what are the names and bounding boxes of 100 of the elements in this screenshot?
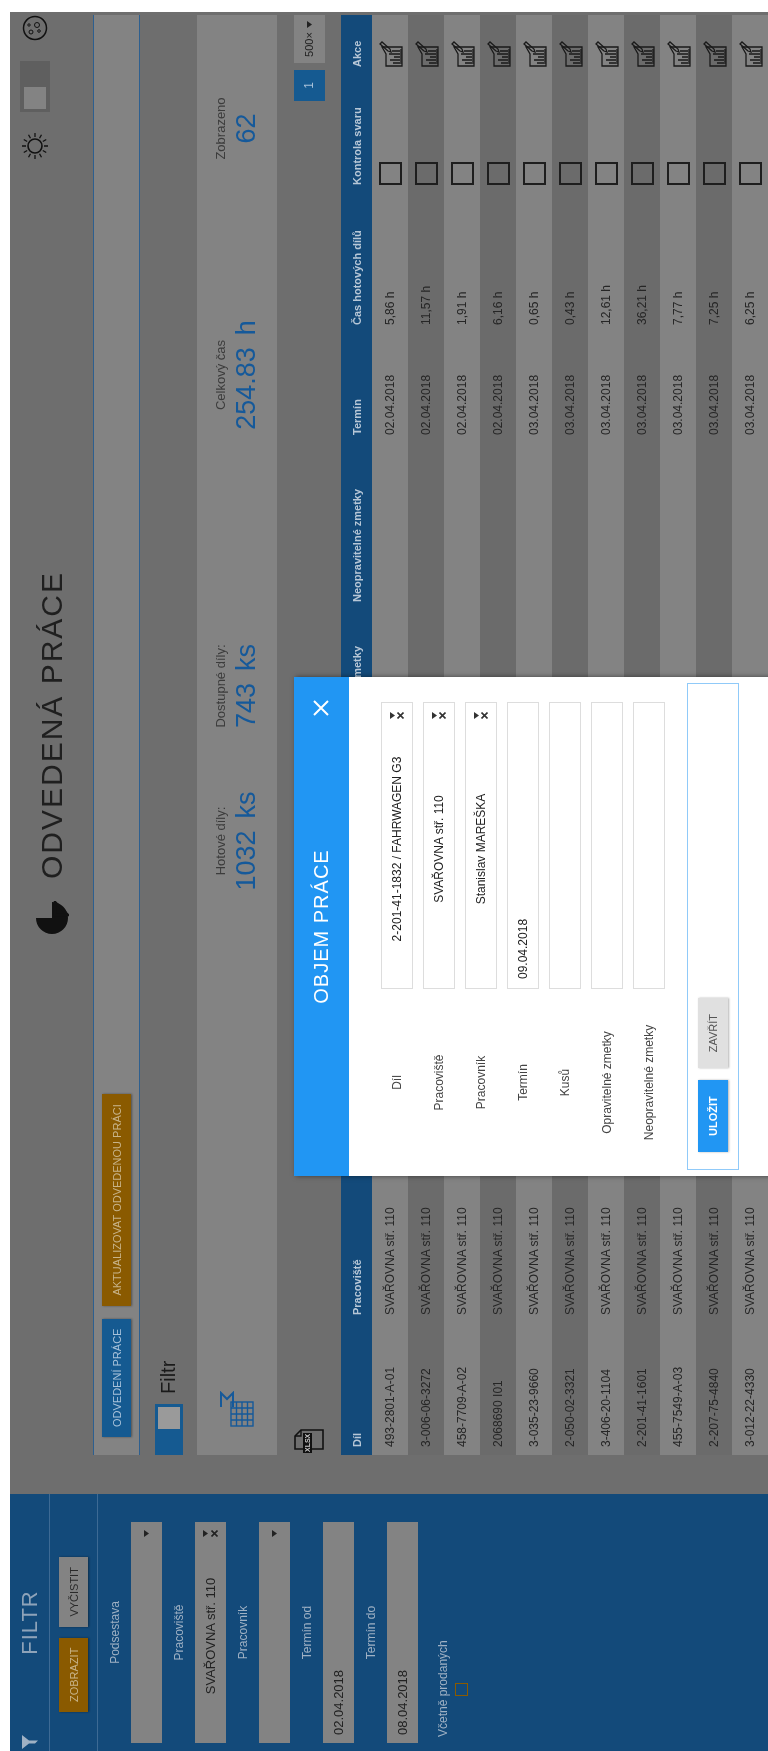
filter-icon <box>22 1735 38 1749</box>
table-cell: 1,91 h <box>455 291 469 325</box>
document-chart-icon[interactable] <box>449 41 475 67</box>
field-label: Pracoviště <box>171 1604 187 1661</box>
table-cell: SVAŘOVNA stř. 110 <box>563 1207 577 1315</box>
stat-label: Celkový čas <box>212 339 228 411</box>
checkbox[interactable] <box>522 162 546 185</box>
clear-icon[interactable] <box>439 712 446 719</box>
table-cell: 03.04.2018 <box>635 374 649 435</box>
select-field[interactable] <box>259 1522 290 1743</box>
checkbox-label: Včetně prodaných <box>436 1639 450 1737</box>
checkbox[interactable] <box>738 162 762 185</box>
table-cell: 02.04.2018 <box>419 374 433 435</box>
checkbox[interactable] <box>486 162 510 185</box>
column-header: Termín <box>350 399 363 435</box>
field-label: Pracovník <box>474 1054 488 1112</box>
table-cell: 6,25 h <box>743 291 757 325</box>
caret-icon <box>390 712 395 719</box>
column-header: Neopravitelné zmetky <box>350 488 363 602</box>
checkbox[interactable] <box>414 162 438 185</box>
table-cell: 03.04.2018 <box>599 374 613 435</box>
checkbox[interactable] <box>630 162 654 185</box>
date-field[interactable]: 02.04.2018 <box>323 1522 354 1743</box>
close-button[interactable]: ZAVŘÍT <box>698 998 728 1069</box>
field-label: Termín <box>516 1063 530 1103</box>
clear-button[interactable]: VYČISTIT <box>59 1557 88 1627</box>
toggle-label: Filtr <box>157 1360 180 1394</box>
work-button[interactable]: ODVEDENÍ PRÁCE <box>102 1318 131 1437</box>
checkbox[interactable] <box>450 162 474 185</box>
checkbox[interactable] <box>378 162 402 185</box>
field-label: Pracovník <box>235 1605 251 1660</box>
checkbox[interactable] <box>666 162 690 185</box>
table-cell: 458-7709-A-02 <box>455 1366 469 1447</box>
select-field[interactable]: SVAŘOVNA stř. 110 <box>195 1522 226 1743</box>
show-button[interactable]: ZOBRAZIT <box>59 1637 88 1712</box>
select-field[interactable] <box>131 1522 162 1743</box>
input-field[interactable] <box>591 702 623 989</box>
stat-label: Zobrazeno <box>212 97 228 160</box>
document-chart-icon[interactable] <box>557 41 583 67</box>
date-field[interactable]: 08.04.2018 <box>387 1522 418 1743</box>
table-cell: 02.04.2018 <box>383 374 397 435</box>
document-chart-icon[interactable] <box>521 41 547 67</box>
table-cell: 6,16 h <box>491 291 505 325</box>
document-chart-icon[interactable] <box>737 41 763 67</box>
stat-value: 62 <box>230 113 262 144</box>
table-cell: SVAŘOVNA stř. 110 <box>635 1207 649 1315</box>
stat-label: Dostupné díly: <box>212 644 228 728</box>
input-field[interactable] <box>633 702 665 989</box>
theme-toggle[interactable] <box>20 61 50 112</box>
field-label: Neopravitelné zmetky <box>642 1023 656 1143</box>
input-field[interactable] <box>549 702 581 989</box>
select-field[interactable]: 2-201-41-1832 / FAHRWAGEN G3 <box>381 702 413 989</box>
filter-toggle[interactable] <box>154 1404 183 1455</box>
document-chart-icon[interactable] <box>593 41 619 67</box>
close-icon[interactable] <box>312 699 330 717</box>
table-cell: SVAŘOVNA stř. 110 <box>707 1207 721 1315</box>
update-button[interactable]: AKTUALIZOVAT ODVEDENOU PRÁCI <box>102 1094 131 1306</box>
checkbox[interactable] <box>455 1683 468 1696</box>
column-header: Díl <box>350 1432 363 1447</box>
select-field[interactable]: SVAŘOVNA stř. 110 <box>423 702 455 989</box>
stat-unit: ks <box>230 643 262 671</box>
checkbox[interactable] <box>594 162 618 185</box>
table-cell: SVAŘOVNA stř. 110 <box>743 1207 757 1315</box>
table-cell: 11,57 h <box>419 285 433 325</box>
table-cell: 02.04.2018 <box>491 374 505 435</box>
field-label: Termín do <box>363 1605 379 1660</box>
document-chart-icon[interactable] <box>377 41 403 67</box>
checkbox[interactable] <box>558 162 582 185</box>
document-chart-icon[interactable] <box>413 41 439 67</box>
input-field[interactable]: 09.04.2018 <box>507 702 539 989</box>
table-cell: 03.04.2018 <box>707 374 721 435</box>
table-cell: SVAŘOVNA stř. 110 <box>383 1207 397 1315</box>
checkbox[interactable] <box>702 162 726 185</box>
field-label: Pracoviště <box>432 1053 446 1113</box>
document-chart-icon[interactable] <box>701 41 727 67</box>
column-header: Kontrola svaru <box>350 107 363 185</box>
table-cell: SVAŘOVNA stř. 110 <box>419 1207 433 1315</box>
field-label: Podsestava <box>107 1601 123 1664</box>
clear-icon[interactable] <box>397 712 404 719</box>
table-cell: SVAŘOVNA stř. 110 <box>671 1207 685 1315</box>
table-cell: SVAŘOVNA stř. 110 <box>491 1207 505 1315</box>
clear-icon[interactable] <box>481 712 488 719</box>
document-chart-icon[interactable] <box>485 41 511 67</box>
document-chart-icon[interactable] <box>629 41 655 67</box>
moon-icon <box>22 15 48 41</box>
column-header: Pracoviště <box>350 1259 363 1315</box>
sun-icon <box>21 132 49 160</box>
page-button[interactable]: 1 <box>293 70 325 101</box>
page-size-select[interactable]: 500× <box>293 15 325 63</box>
field-label: Termín od <box>299 1605 315 1660</box>
select-field[interactable]: Stanislav MAREŠKA <box>465 702 497 989</box>
save-button[interactable]: ULOŽIT <box>698 1080 728 1152</box>
column-header: Akce <box>350 40 363 67</box>
document-chart-icon[interactable] <box>665 41 691 67</box>
table-cell: 0,43 h <box>563 291 577 325</box>
stat-label: Hotové díly: <box>212 806 228 876</box>
stat-value: 254.83 <box>230 347 262 430</box>
column-header: Čas hotových dílů <box>350 230 363 325</box>
table-cell: 3-035-23-9660 <box>527 1368 541 1447</box>
table-sum-icon[interactable] <box>219 1391 255 1427</box>
